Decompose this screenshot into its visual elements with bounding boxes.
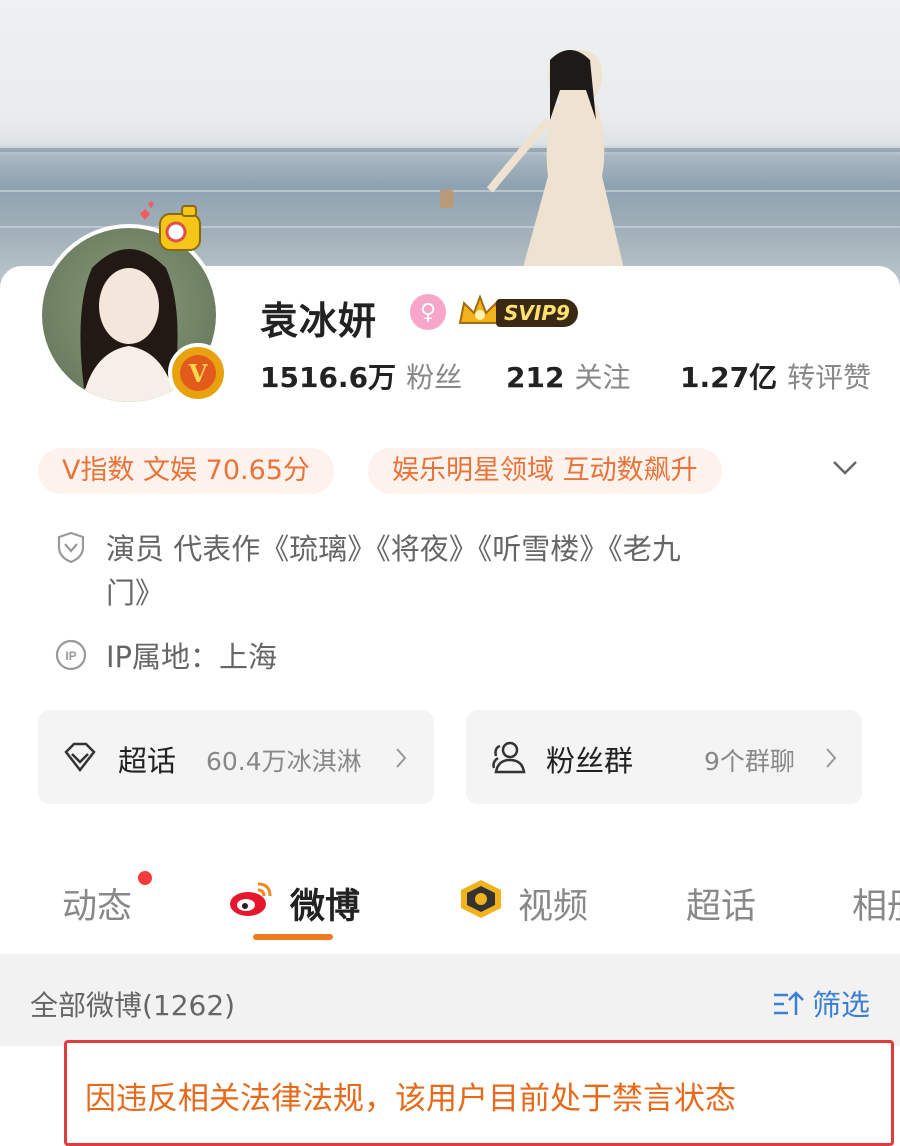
cover-figure: [440, 50, 628, 286]
fans-stat[interactable]: 1516.6万 粉丝: [260, 356, 462, 396]
weibo-logo-icon: [230, 882, 272, 916]
tab-video[interactable]: 视频: [518, 878, 588, 929]
profile-name: 袁冰妍: [260, 299, 378, 343]
ip-text: IP属地：上海: [106, 640, 278, 674]
svg-text:IP: IP: [65, 649, 76, 663]
video-icon: [461, 880, 501, 918]
bio-text-line2: 门》: [106, 576, 165, 610]
following-label: 关注: [574, 361, 631, 394]
super-topic-count: 60.4万冰淇淋: [206, 747, 362, 776]
group-icon: [492, 741, 526, 774]
weibo-list-header: 全部微博(1262) 筛选: [0, 954, 900, 1046]
shield-icon: [57, 531, 85, 564]
chevron-right-icon: [396, 748, 407, 768]
ip-icon: IP: [55, 639, 87, 671]
following-count: 212: [506, 361, 565, 394]
female-icon: ♀: [410, 294, 446, 330]
following-stat[interactable]: 212 关注: [506, 356, 630, 396]
likes-label: 转评赞: [787, 361, 872, 394]
bio-text-line1: 演员 代表作《琉璃》《将夜》《听雪楼》《老九: [106, 532, 681, 566]
diamond-icon: [64, 742, 96, 773]
filter-label: 筛选: [811, 988, 870, 1022]
chevron-down-icon[interactable]: [832, 458, 858, 478]
verified-v-icon: V: [180, 355, 216, 391]
ban-notice: 因违反相关法律法规，该用户目前处于禁言状态: [64, 1040, 894, 1146]
likes-stat[interactable]: 1.27亿 转评赞: [680, 356, 871, 396]
svip-badge[interactable]: SVIP9: [456, 293, 590, 333]
tab-super-topic[interactable]: 超话: [686, 878, 756, 929]
likes-count: 1.27亿: [680, 361, 778, 394]
fans-label: 粉丝: [406, 361, 463, 394]
svip-label: SVIP9: [496, 299, 578, 327]
profile-tabs: 动态 微博 视频 超话 相册: [0, 860, 900, 950]
all-weibo-count[interactable]: 全部微博(1262): [30, 984, 235, 1024]
ban-notice-text: 因违反相关法律法规，该用户目前处于禁言状态: [85, 1081, 736, 1117]
fan-group-count: 9个群聊: [704, 747, 795, 776]
tab-weibo[interactable]: 微博: [290, 878, 360, 929]
super-topic-label: 超话: [118, 744, 177, 778]
tab-dynamics[interactable]: 动态: [62, 878, 132, 929]
filter-button[interactable]: 筛选: [772, 982, 870, 1024]
fan-group-box[interactable]: 粉丝群 9个群聊: [466, 710, 862, 804]
field-pill[interactable]: 娱乐明星领域 互动数飙升: [368, 448, 722, 494]
avatar-pendant-icon: [140, 201, 201, 251]
tab-album[interactable]: 相册: [852, 878, 900, 929]
notification-dot: [138, 871, 152, 885]
super-topic-box[interactable]: 超话 60.4万冰淇淋: [38, 710, 434, 804]
chevron-right-icon: [826, 748, 837, 768]
verified-badge[interactable]: V: [168, 343, 228, 403]
active-tab-indicator: [253, 934, 333, 940]
v-index-pill[interactable]: V指数 文娱 70.65分: [38, 448, 334, 494]
filter-icon: [773, 991, 804, 1015]
fans-count: 1516.6万: [260, 361, 397, 394]
fan-group-label: 粉丝群: [546, 744, 634, 778]
